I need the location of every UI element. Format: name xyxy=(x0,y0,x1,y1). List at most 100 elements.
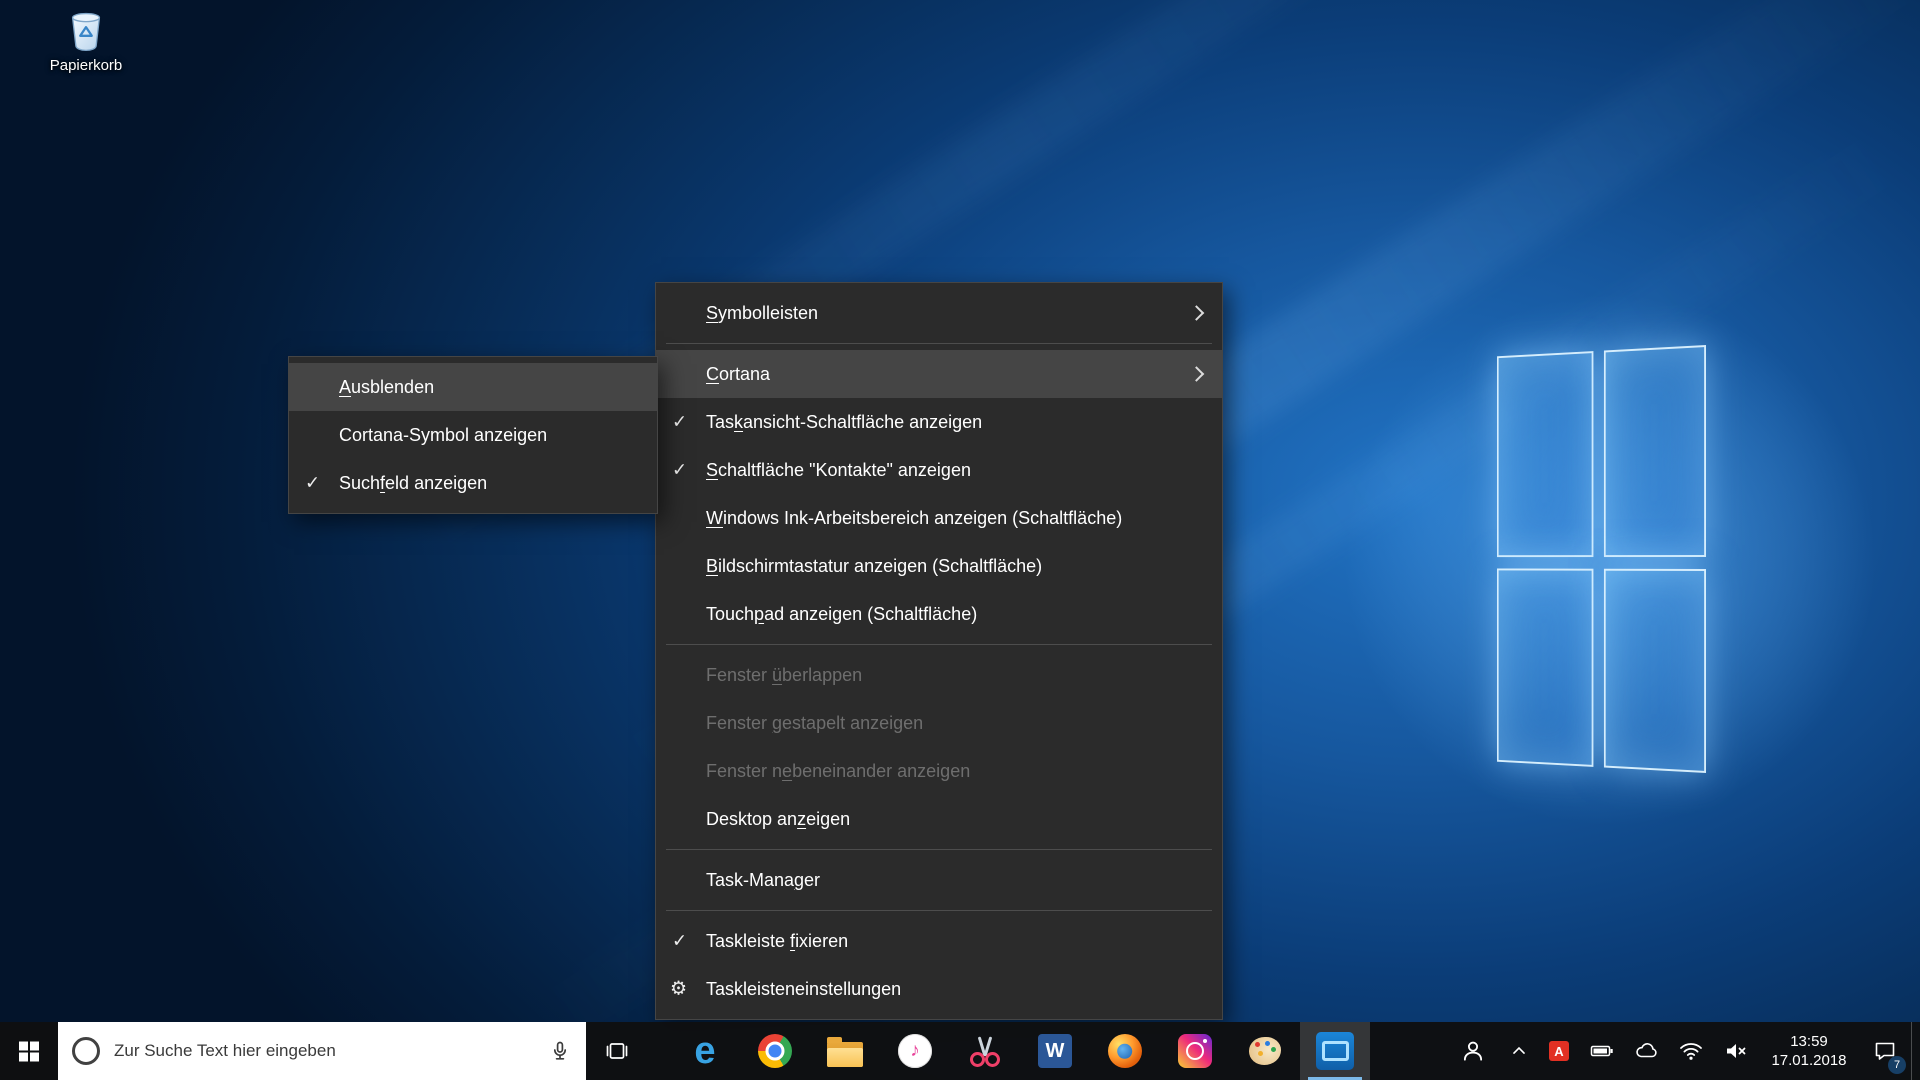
menu-item-label: Suchfeld anzeigen xyxy=(339,472,488,493)
logo-pane xyxy=(1603,345,1706,558)
taskbar-app-icons: e ♪ W xyxy=(670,1022,1370,1080)
instagram-app-button[interactable] xyxy=(1160,1022,1230,1080)
menu-item-label: Symbolleisten xyxy=(706,302,819,323)
recycle-bin-icon xyxy=(71,12,101,52)
menu-item-label: Touchpad anzeigen (Schaltfläche) xyxy=(706,603,978,624)
red-tray-app-button[interactable]: A xyxy=(1539,1022,1579,1080)
check-icon: ✓ xyxy=(305,472,321,493)
menu-separator xyxy=(666,343,1212,344)
chevron-up-icon xyxy=(1513,1046,1525,1054)
scissors-icon xyxy=(970,1035,1000,1067)
logo-pane xyxy=(1603,568,1706,773)
menu-item-taskleisteneinstellungen[interactable]: ⚙ Taskleisteneinstellungen xyxy=(656,965,1222,1013)
menu-item-windows-ink[interactable]: Windows Ink-Arbeitsbereich anzeigen (Sch… xyxy=(656,494,1222,542)
taskbar: e ♪ W xyxy=(0,1022,1920,1080)
menu-item-label: Cortana xyxy=(706,363,771,384)
chrome-app-button[interactable] xyxy=(740,1022,810,1080)
menu-item-label: Taskansicht-Schaltfläche anzeigen xyxy=(706,411,983,432)
red-app-icon: A xyxy=(1549,1041,1569,1061)
scissors-app-button[interactable] xyxy=(950,1022,1020,1080)
windows-logo-wallpaper xyxy=(1496,345,1706,773)
menu-item-label: Bildschirmtastatur anzeigen (Schaltfläch… xyxy=(706,555,1043,576)
cortana-icon xyxy=(72,1037,100,1065)
task-view-icon xyxy=(606,1043,628,1059)
menu-item-label: Fenster nebeneinander anzeigen xyxy=(706,760,971,781)
menu-item-label: Task-Manager xyxy=(706,869,821,890)
firefox-app-button[interactable] xyxy=(1090,1022,1160,1080)
paint-app-button[interactable] xyxy=(1230,1022,1300,1080)
check-icon: ✓ xyxy=(672,411,688,432)
check-icon: ✓ xyxy=(672,459,688,480)
tray-expand-button[interactable] xyxy=(1499,1022,1539,1080)
word-icon: W xyxy=(1038,1034,1072,1068)
action-center-button[interactable]: 7 xyxy=(1859,1022,1911,1080)
menu-item-label: Windows Ink-Arbeitsbereich anzeigen (Sch… xyxy=(706,507,1123,528)
menu-item-label: Cortana-Symbol anzeigen xyxy=(339,424,548,445)
battery-button[interactable] xyxy=(1579,1022,1625,1080)
gear-icon: ⚙ xyxy=(670,978,688,1000)
instagram-icon xyxy=(1178,1034,1212,1068)
menu-item-bildschirmtastatur[interactable]: Bildschirmtastatur anzeigen (Schaltfläch… xyxy=(656,542,1222,590)
cortana-search-box[interactable] xyxy=(58,1022,586,1080)
menu-item-label: Taskleisteneinstellungen xyxy=(706,978,902,999)
onedrive-button[interactable] xyxy=(1625,1022,1669,1080)
menu-item-touchpad[interactable]: Touchpad anzeigen (Schaltfläche) xyxy=(656,590,1222,638)
task-view-button[interactable] xyxy=(586,1022,648,1080)
system-tray: A 13:59 17.01.2018 7 xyxy=(1447,1022,1920,1080)
menu-item-symbolleisten[interactable]: Symbolleisten xyxy=(656,289,1222,337)
menu-item-label: Desktop anzeigen xyxy=(706,808,851,829)
menu-item-fenster-nebeneinander: Fenster nebeneinander anzeigen xyxy=(656,747,1222,795)
firefox-icon xyxy=(1108,1034,1142,1068)
start-button[interactable] xyxy=(0,1022,58,1080)
menu-item-taskansicht-schaltflaeche[interactable]: ✓ Taskansicht-Schaltfläche anzeigen xyxy=(656,398,1222,446)
edge-icon: e xyxy=(694,1030,716,1072)
clock-time: 13:59 xyxy=(1790,1032,1828,1050)
menu-item-cortana[interactable]: Cortana xyxy=(656,350,1222,398)
menu-item-cortana-symbol-anzeigen[interactable]: Cortana-Symbol anzeigen xyxy=(289,411,657,459)
menu-item-label: Ausblenden xyxy=(339,376,435,397)
menu-item-fenster-ueberlappen: Fenster überlappen xyxy=(656,651,1222,699)
submenu-arrow-icon xyxy=(1188,305,1205,321)
logo-pane xyxy=(1496,351,1594,558)
itunes-icon: ♪ xyxy=(898,1034,932,1068)
recycle-bin-desktop-icon[interactable]: Papierkorb xyxy=(34,8,138,74)
file-explorer-icon xyxy=(827,1036,863,1067)
cloud-icon xyxy=(1636,1043,1657,1058)
word-app-button[interactable]: W xyxy=(1020,1022,1090,1080)
microphone-icon[interactable] xyxy=(548,1039,572,1063)
edge-app-button[interactable]: e xyxy=(670,1022,740,1080)
people-button[interactable] xyxy=(1447,1022,1499,1080)
people-icon xyxy=(1463,1041,1483,1061)
active-app-button[interactable] xyxy=(1300,1022,1370,1080)
windows-start-icon xyxy=(19,1041,39,1062)
wifi-icon xyxy=(1680,1043,1702,1060)
desktop-wallpaper: Papierkorb Ausblenden Cortana-Symbol anz… xyxy=(0,0,1920,1080)
recycle-bin-label: Papierkorb xyxy=(49,57,123,74)
cortana-submenu: Ausblenden Cortana-Symbol anzeigen ✓ Suc… xyxy=(288,356,658,514)
menu-item-task-manager[interactable]: Task-Manager xyxy=(656,856,1222,904)
menu-item-schaltflaeche-kontakte[interactable]: ✓ Schaltfläche "Kontakte" anzeigen xyxy=(656,446,1222,494)
menu-item-desktop-anzeigen[interactable]: Desktop anzeigen xyxy=(656,795,1222,843)
show-desktop-button[interactable] xyxy=(1911,1022,1920,1080)
submenu-arrow-icon xyxy=(1188,366,1205,382)
chrome-icon xyxy=(758,1034,792,1068)
menu-item-fenster-gestapelt: Fenster gestapelt anzeigen xyxy=(656,699,1222,747)
clock-date: 17.01.2018 xyxy=(1771,1052,1847,1069)
menu-separator xyxy=(666,644,1212,645)
menu-separator xyxy=(666,849,1212,850)
itunes-app-button[interactable]: ♪ xyxy=(880,1022,950,1080)
menu-item-label: Taskleiste fixieren xyxy=(706,930,849,951)
menu-item-label: Fenster überlappen xyxy=(706,664,863,685)
search-input[interactable] xyxy=(112,1040,536,1062)
volume-button[interactable] xyxy=(1713,1022,1759,1080)
network-button[interactable] xyxy=(1669,1022,1713,1080)
menu-item-suchfeld-anzeigen[interactable]: ✓ Suchfeld anzeigen xyxy=(289,459,657,507)
file-explorer-app-button[interactable] xyxy=(810,1022,880,1080)
menu-item-taskleiste-fixieren[interactable]: ✓ Taskleiste fixieren xyxy=(656,917,1222,965)
check-icon: ✓ xyxy=(672,930,688,951)
active-app-icon xyxy=(1316,1032,1354,1070)
volume-muted-icon xyxy=(1727,1044,1746,1058)
menu-separator xyxy=(666,910,1212,911)
menu-item-ausblenden[interactable]: Ausblenden xyxy=(289,363,657,411)
clock[interactable]: 13:59 17.01.2018 xyxy=(1759,1022,1859,1080)
